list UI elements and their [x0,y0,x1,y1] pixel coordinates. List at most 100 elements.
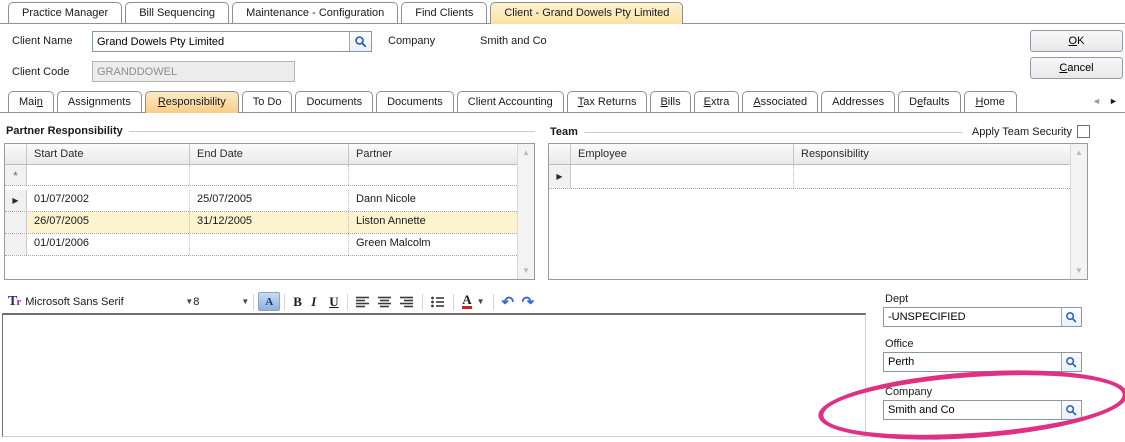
row-selector[interactable]: ▶ [549,165,571,188]
tab-scroll-left-icon[interactable]: ◄ [1092,96,1101,106]
office-input[interactable] [884,353,1061,371]
current-row-icon: ▶ [556,172,562,181]
italic-button[interactable]: I [307,293,325,311]
tab-assignments[interactable]: Assignments [57,91,142,112]
cell-employee[interactable] [571,165,794,188]
top-tab-find-clients[interactable]: Find Clients [401,2,487,23]
align-right-button[interactable] [396,295,418,309]
tab-addresses[interactable]: Addresses [821,91,895,112]
top-tab-bill-sequencing[interactable]: Bill Sequencing [125,2,229,23]
new-row[interactable]: ▶ [549,165,1070,189]
column-header-end-date[interactable]: End Date [190,144,349,164]
cell-end-date[interactable]: 25/07/2005 [190,190,349,211]
cell-end-date[interactable] [190,165,349,185]
align-right-icon [400,296,414,308]
tab-tax-returns[interactable]: Tax Returns [567,91,648,112]
tab-mnemonic: R [158,96,166,108]
toolbar-separator [422,294,423,310]
row-selector[interactable]: ▶ [5,190,27,211]
row-selector-header [549,144,571,164]
group-line [129,131,535,132]
client-window: Practice Manager Bill Sequencing Mainten… [0,0,1125,442]
align-center-button[interactable] [374,295,396,309]
client-name-input[interactable] [93,32,349,51]
bullet-list-button[interactable] [427,295,449,309]
scroll-down-icon[interactable]: ▼ [518,266,534,275]
column-header-start-date[interactable]: Start Date [27,144,190,164]
scroll-up-icon[interactable]: ▲ [1071,148,1087,157]
table-row[interactable]: ▶ 01/07/2002 25/07/2005 Dann Nicole [5,190,517,212]
tab-scroll-right-icon[interactable]: ► [1109,96,1118,106]
cell-end-date[interactable]: 31/12/2005 [190,212,349,233]
grid-header-row: Employee Responsibility [549,144,1070,165]
font-color-button[interactable]: A▼ [458,293,488,310]
top-tab-client-grand-dowels[interactable]: Client - Grand Dowels Pty Limited [490,2,683,24]
top-tab-practice-manager[interactable]: Practice Manager [8,2,122,23]
vertical-scrollbar[interactable]: ▲ ▼ [1070,144,1087,279]
cell-partner[interactable]: Liston Annette [349,212,517,233]
tab-mnemonic: A [753,96,760,108]
office-label: Office [885,338,914,350]
tab-main[interactable]: Main [8,91,54,112]
grid-header-row: Start Date End Date Partner [5,144,517,165]
tab-documents-2[interactable]: Documents [376,91,454,112]
cell-end-date[interactable] [190,234,349,255]
text-color-button[interactable]: A [258,292,280,311]
underline-button[interactable]: U [325,293,343,311]
cell-start-date[interactable]: 01/07/2002 [27,190,190,211]
undo-button[interactable]: ↶ [498,292,518,312]
redo-button[interactable]: ↷ [518,292,538,312]
cancel-button[interactable]: Cancel [1030,57,1123,79]
column-header-employee[interactable]: Employee [571,144,794,164]
top-tab-maintenance-configuration[interactable]: Maintenance - Configuration [232,2,398,23]
client-name-search-button[interactable] [349,32,371,51]
dept-input[interactable] [884,308,1061,326]
vertical-scrollbar[interactable]: ▲ ▼ [517,144,534,279]
align-left-button[interactable] [352,295,374,309]
row-selector[interactable] [5,212,27,233]
cell-partner[interactable]: Green Malcolm [349,234,517,255]
search-icon [354,35,368,49]
tab-label: ssociated [761,96,807,108]
office-field-wrap [883,352,1082,372]
new-row-selector[interactable]: * [5,165,27,185]
scroll-down-icon[interactable]: ▼ [1071,266,1087,275]
cell-partner[interactable] [349,165,517,185]
font-icon-letter: r [16,296,21,308]
office-search-button[interactable] [1061,353,1081,371]
font-name-dropdown[interactable]: Microsoft Sans Serif ▼ [25,296,193,308]
tab-documents-1[interactable]: Documents [295,91,373,112]
cell-responsibility[interactable] [794,165,1070,188]
notes-editor[interactable] [2,313,866,437]
tab-extra[interactable]: Extra [694,91,740,112]
bold-button[interactable]: B [289,293,307,311]
font-size-dropdown[interactable]: 8 ▼ [193,296,249,308]
table-row[interactable]: 26/07/2005 31/12/2005 Liston Annette [5,212,517,234]
tab-bills[interactable]: Bills [650,91,690,112]
row-selector-header [5,144,27,164]
column-header-partner[interactable]: Partner [349,144,517,164]
cell-partner[interactable]: Dann Nicole [349,190,517,211]
cell-start-date[interactable]: 01/01/2006 [27,234,190,255]
column-header-responsibility[interactable]: Responsibility [794,144,1070,164]
cell-start-date[interactable]: 26/07/2005 [27,212,190,233]
tab-defaults[interactable]: Defaults [898,91,960,112]
apply-team-security-checkbox[interactable] [1077,125,1090,138]
dept-search-button[interactable] [1061,308,1081,326]
new-row[interactable]: * [5,165,517,186]
apply-team-security-label: Apply Team Security [972,126,1072,138]
row-selector[interactable] [5,234,27,255]
client-code-input [93,62,294,81]
cell-start-date[interactable] [27,165,190,185]
align-left-icon [356,296,370,308]
tab-responsibility[interactable]: Responsibility [145,91,239,113]
table-row[interactable]: 01/01/2006 Green Malcolm [5,234,517,256]
tab-to-do[interactable]: To Do [242,91,293,112]
ok-button[interactable]: OK [1030,30,1123,52]
tab-client-accounting[interactable]: Client Accounting [457,91,564,112]
tab-associated[interactable]: Associated [742,91,818,112]
new-row-icon: * [13,169,18,183]
tab-home[interactable]: Home [964,91,1017,112]
tab-label: D [909,96,917,108]
scroll-up-icon[interactable]: ▲ [518,148,534,157]
